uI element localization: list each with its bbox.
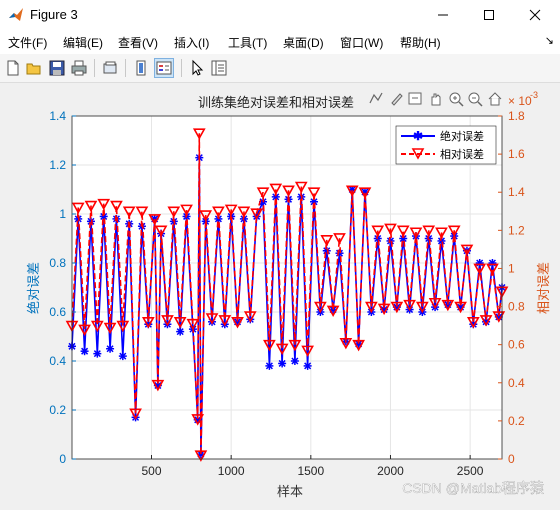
right-tick-label: 0.4 (508, 376, 525, 390)
abs-error-point (290, 357, 299, 365)
x-tick-label: 500 (141, 464, 161, 478)
legend-rel-label: 相对误差 (440, 147, 484, 161)
menu-edit[interactable]: 编辑(E) (63, 34, 103, 51)
right-tick-label: 1 (508, 261, 515, 275)
left-tick-label: 0 (59, 452, 66, 466)
save-icon[interactable] (48, 59, 66, 77)
minimize-icon (438, 14, 448, 16)
pan-icon[interactable] (431, 93, 441, 106)
left-tick-label: 1.4 (49, 109, 66, 123)
x-tick-label: 1500 (297, 464, 324, 478)
home-icon[interactable] (488, 92, 502, 106)
abs-error-point (106, 344, 115, 353)
abs-error-point (118, 352, 127, 361)
figure-area: 500 1000 1500 2000 2500 0 0.2 0.4 0.6 0.8 1 1.2 1.4… (0, 83, 560, 505)
x-tick-label: 1000 (218, 464, 245, 478)
export-icon[interactable] (369, 92, 383, 104)
abs-error-point (303, 361, 312, 370)
chart-title: 训练集绝对误差和相对误差 (198, 95, 354, 110)
exponent-base: × 10 (508, 94, 532, 108)
left-tick-label: 0.6 (49, 305, 66, 319)
abs-error-point (322, 246, 331, 255)
right-axis-exponent: × 10 -3 (508, 90, 538, 108)
right-tick-label: 0.8 (508, 300, 525, 314)
figure-toolbar (0, 54, 560, 83)
colorbar-icon[interactable] (132, 59, 150, 77)
abs-error-point (80, 347, 89, 356)
datatip-icon[interactable] (408, 92, 422, 105)
legend-abs-label: 绝对误差 (440, 129, 484, 143)
abs-error-point (488, 259, 497, 267)
legend-abs-marker: ✱ (413, 129, 423, 143)
left-tick-label: 0.4 (49, 354, 66, 368)
abs-error-point (93, 349, 102, 358)
left-tick-label: 1.2 (49, 158, 66, 172)
exponent-power: -3 (530, 90, 538, 100)
right-tick-label: 1.2 (508, 223, 525, 237)
legend[interactable]: ✱ 绝对误差 相对误差 (395, 125, 497, 165)
maximize-button[interactable] (466, 0, 512, 30)
right-tick-label: 0.2 (508, 414, 525, 428)
menu-desktop[interactable]: 桌面(D) (283, 34, 324, 51)
brush-icon[interactable] (391, 93, 403, 106)
title-bar: Figure 3 (0, 0, 560, 30)
close-button[interactable] (512, 0, 558, 30)
toolbar-separator (125, 59, 126, 77)
matlab-app-icon (9, 8, 23, 21)
menu-view[interactable]: 查看(V) (118, 34, 158, 51)
window-title: Figure 3 (30, 7, 78, 22)
chart-svg[interactable]: 500 1000 1500 2000 2500 0 0.2 0.4 0.6 0.8 1 1.2 1.4… (0, 83, 560, 505)
menu-help[interactable]: 帮助(H) (400, 34, 441, 51)
watermark: CSDN @Matlab程序猿 (402, 480, 544, 496)
maximize-icon (484, 10, 494, 20)
legend-icon[interactable] (154, 58, 174, 78)
dock-arrow-icon[interactable]: ↘ (545, 34, 554, 47)
print-icon[interactable] (70, 59, 88, 77)
menu-insert[interactable]: 插入(I) (174, 34, 209, 51)
left-tick-label: 0.8 (49, 256, 66, 270)
new-figure-icon[interactable] (4, 59, 22, 77)
menu-bar: 文件(F) 编辑(E) 查看(V) 插入(I) 工具(T) 桌面(D) 窗口(W… (0, 30, 560, 54)
open-icon[interactable] (25, 59, 43, 77)
toolbar-separator (181, 59, 182, 77)
right-tick-label: 1.8 (508, 109, 525, 123)
menu-tools[interactable]: 工具(T) (228, 34, 267, 51)
right-axis-label: 相对误差 (536, 262, 551, 314)
right-tick-label: 0 (508, 452, 515, 466)
left-tick-label: 0.2 (49, 403, 66, 417)
zoom-out-icon[interactable] (468, 92, 483, 107)
x-tick-label: 2000 (377, 464, 404, 478)
left-tick-label: 1 (59, 207, 66, 221)
menu-file[interactable]: 文件(F) (8, 34, 47, 51)
close-icon (529, 9, 541, 21)
minimize-button[interactable] (420, 0, 466, 30)
abs-error-point (176, 327, 185, 336)
x-axis-label: 样本 (277, 484, 303, 499)
axes-toolbar (369, 92, 502, 107)
right-tick-label: 1.6 (508, 147, 525, 161)
zoom-in-icon[interactable] (449, 92, 464, 107)
toolbar-separator (94, 59, 95, 77)
x-tick-label: 2500 (457, 464, 484, 478)
link-icon[interactable] (101, 59, 119, 77)
abs-error-point (265, 361, 274, 370)
left-axis-label: 绝对误差 (26, 262, 41, 314)
abs-error-point (278, 359, 287, 368)
menu-window[interactable]: 窗口(W) (340, 34, 383, 51)
right-tick-label: 0.6 (508, 338, 525, 352)
abs-error-point (475, 259, 484, 267)
property-inspector-icon[interactable] (210, 59, 228, 77)
right-tick-label: 1.4 (508, 185, 525, 199)
pointer-icon[interactable] (188, 59, 206, 77)
